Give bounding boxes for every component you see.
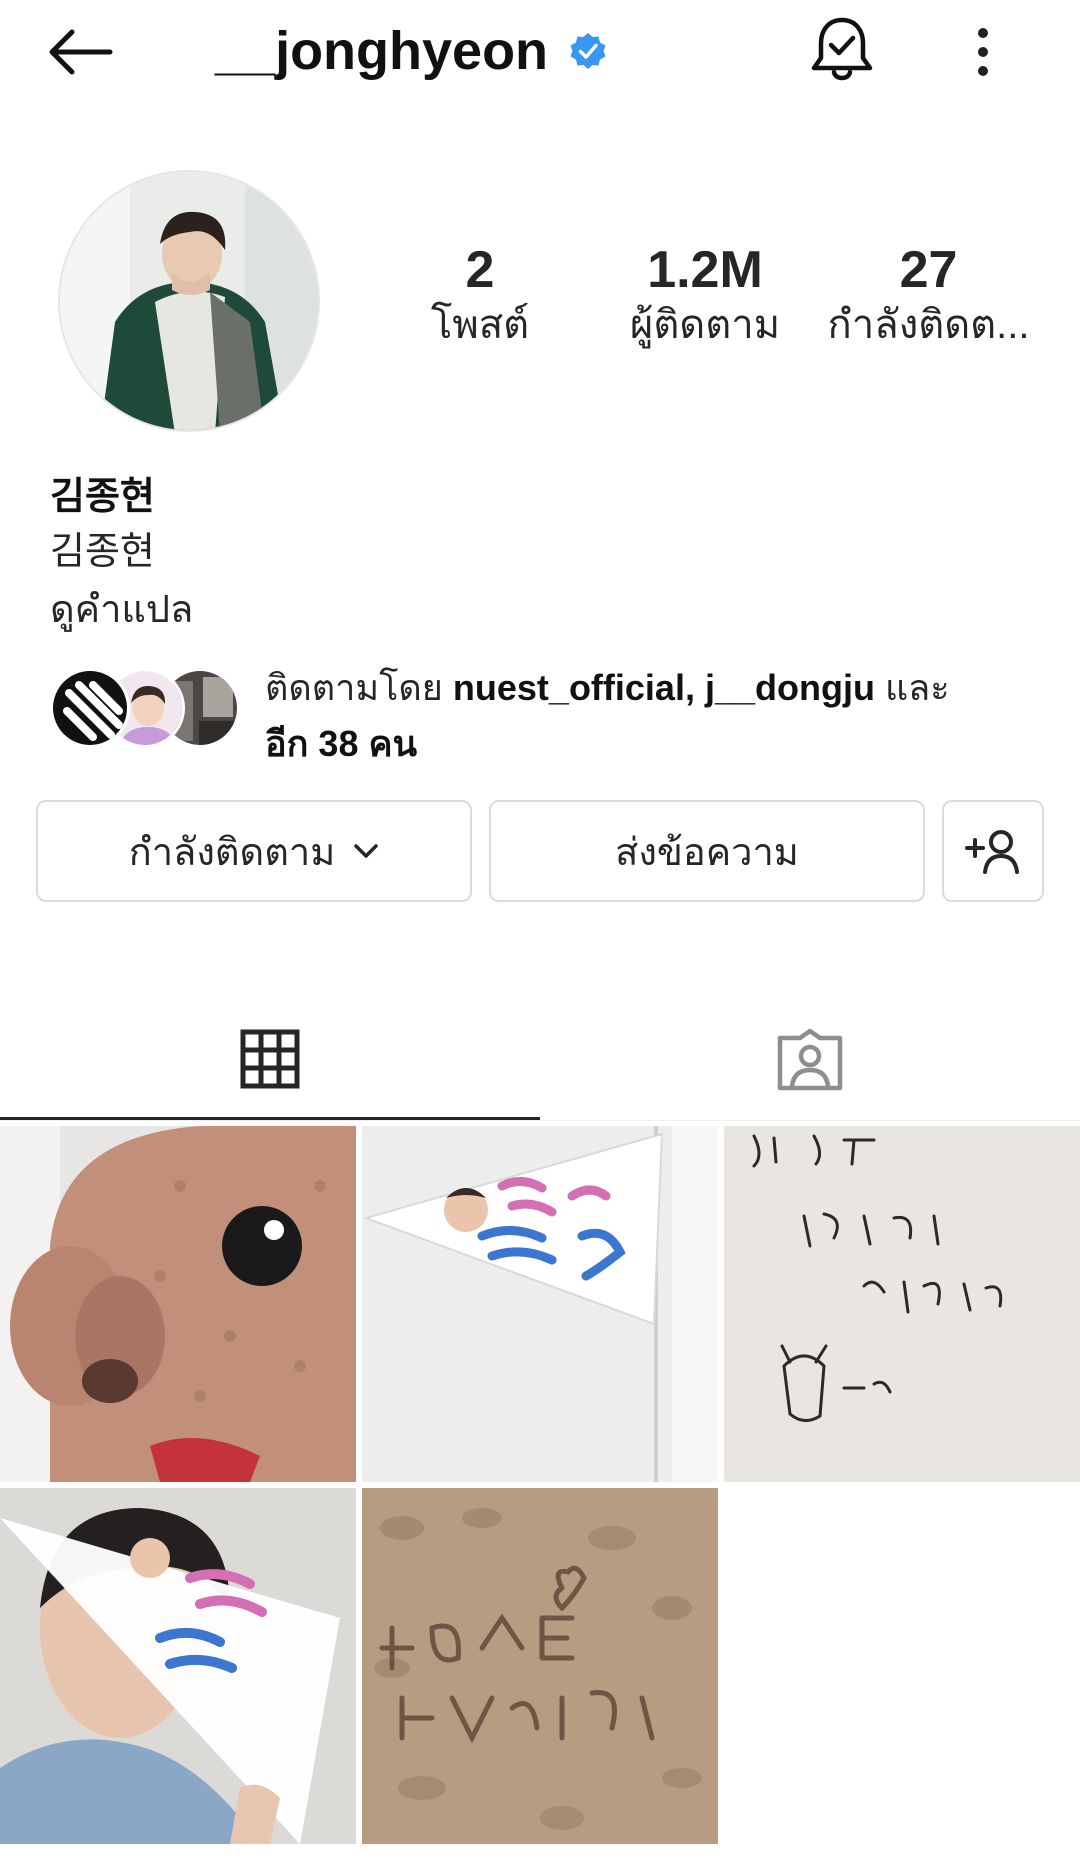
followers-label: ผู้ติดตาม (629, 303, 781, 347)
following-count: 27 (899, 241, 958, 299)
back-button[interactable] (44, 22, 124, 82)
following-button[interactable]: กำลังติดตาม (36, 800, 472, 902)
post-thumbnail[interactable] (724, 1126, 1080, 1482)
mutual-followers-avatars[interactable] (50, 668, 240, 750)
posts-stat[interactable]: 2 โพสต์ (405, 240, 555, 350)
chevron-down-icon (354, 844, 379, 858)
notifications-button[interactable] (808, 14, 876, 86)
profile-photo (60, 172, 318, 430)
post-image-sand-writing (362, 1488, 718, 1844)
tab-posts-grid[interactable] (0, 1000, 540, 1120)
post-thumbnail[interactable] (362, 1488, 718, 1844)
message-button-label: ส่งข้อความ (615, 831, 799, 874)
verified-badge-icon (570, 33, 606, 69)
bio-display-name: 김종현 (50, 476, 155, 518)
profile-header: __jonghyeon (0, 0, 1080, 105)
following-button-label: กำลังติดตาม (128, 831, 336, 874)
tab-tagged[interactable] (540, 1000, 1080, 1120)
mutual-usernames[interactable]: nuest_official, j__dongju (453, 667, 875, 708)
notification-bell-icon (811, 17, 873, 81)
message-button[interactable]: ส่งข้อความ (489, 800, 925, 902)
followers-stat[interactable]: 1.2M ผู้ติดตาม (620, 240, 790, 350)
post-thumbnail[interactable] (362, 1126, 718, 1482)
followers-count: 1.2M (647, 241, 763, 299)
tagged-person-icon (777, 1028, 843, 1091)
post-image-pennant-flag (362, 1126, 718, 1482)
bio-text: 김종현 (50, 531, 155, 573)
username-title: __jonghyeon (215, 18, 608, 84)
posts-label: โพสต์ (430, 303, 530, 347)
post-thumbnail[interactable] (0, 1126, 356, 1482)
following-label: กำลังติดต... (827, 303, 1030, 347)
post-image-handwritten-note (724, 1126, 1080, 1482)
suggested-users-button[interactable] (942, 800, 1044, 902)
back-arrow-icon (49, 29, 113, 75)
posts-count: 2 (465, 241, 495, 299)
profile-avatar[interactable] (58, 170, 320, 432)
following-stat[interactable]: 27 กำลังติดต... (826, 240, 1031, 350)
post-thumbnail[interactable] (0, 1488, 356, 1844)
followed-by-text[interactable]: ติดตามโดย nuest_official, j__dongju และอ… (265, 660, 1045, 772)
see-translation-link[interactable]: ดูคำแปล (50, 578, 193, 639)
more-options-icon (978, 28, 988, 38)
username: __jonghyeon (215, 21, 549, 81)
mutual-others-count[interactable]: อีก 38 คน (265, 723, 417, 764)
tabs-divider (0, 1120, 1080, 1121)
add-user-icon (965, 830, 1019, 874)
grid-icon (240, 1029, 300, 1088)
more-options-button[interactable] (962, 18, 1004, 86)
post-image-teddy-bear (0, 1126, 356, 1482)
post-image-selfie-with-pennant (0, 1488, 356, 1844)
mutual-avatar (50, 668, 130, 748)
